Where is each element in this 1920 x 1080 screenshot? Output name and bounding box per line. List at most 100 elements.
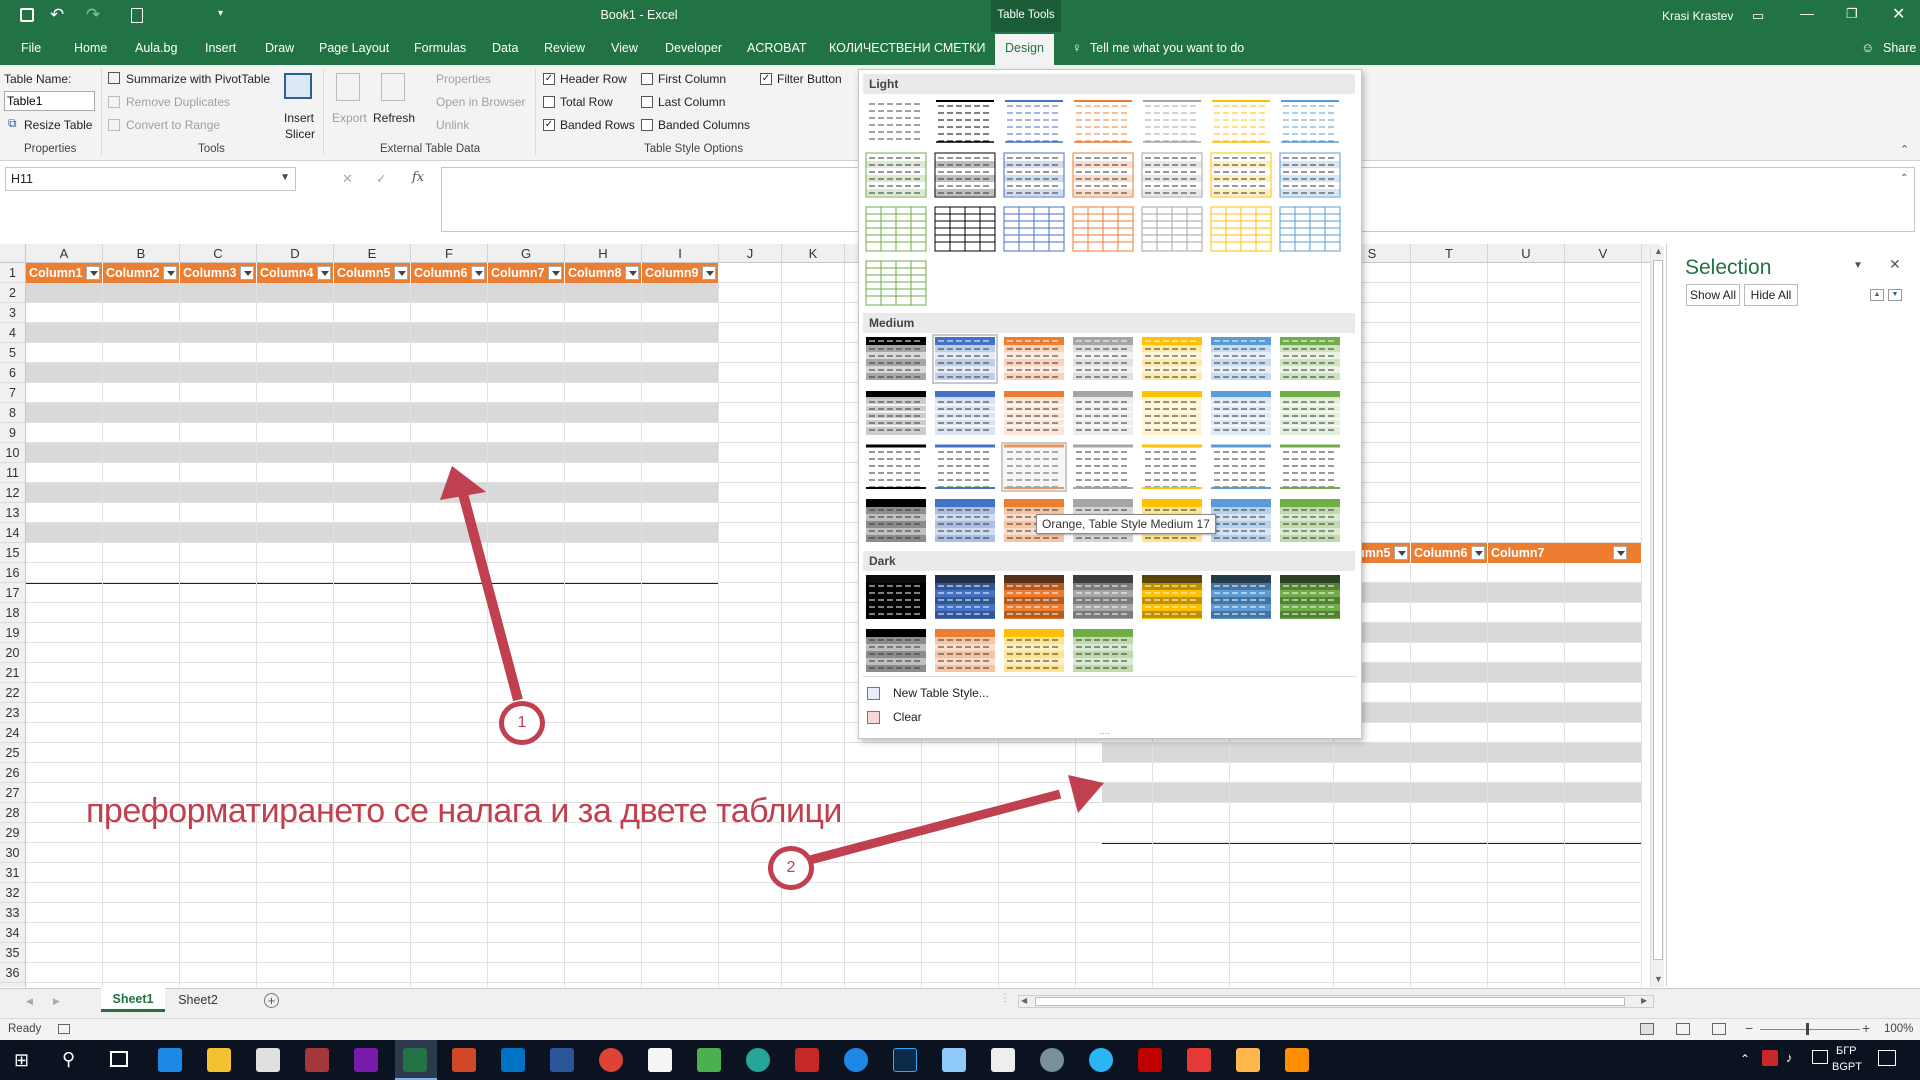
row-header[interactable]: 13	[0, 503, 25, 523]
style-swatch-light[interactable]	[1279, 206, 1341, 252]
style-swatch-medium[interactable]	[1003, 390, 1065, 436]
style-swatch-light[interactable]	[1210, 206, 1272, 252]
row-header[interactable]: 8	[0, 403, 25, 423]
powerpoint-icon[interactable]	[452, 1048, 476, 1072]
tell-me-box[interactable]: Tell me what you want to do	[1090, 41, 1244, 55]
tray-chevron-icon[interactable]: ⌃	[1740, 1052, 1750, 1066]
table-header-cell[interactable]: Column8	[565, 263, 642, 283]
row-header[interactable]: 14	[0, 523, 25, 543]
row-header[interactable]: 2	[0, 283, 25, 303]
style-swatch-light[interactable]	[1003, 206, 1065, 252]
style-swatch-dark[interactable]	[1072, 628, 1134, 674]
style-swatch-medium[interactable]	[934, 390, 996, 436]
column-header[interactable]: D	[257, 244, 334, 263]
windows-start-icon[interactable]: ⊞	[14, 1050, 29, 1071]
style-swatch-medium[interactable]	[1141, 444, 1203, 490]
style-swatch-medium[interactable]	[1279, 390, 1341, 436]
style-swatch-dark[interactable]	[865, 628, 927, 674]
zoom-out-icon[interactable]: −	[1745, 1020, 1753, 1036]
filter-dropdown-icon[interactable]	[1394, 546, 1408, 560]
style-swatch-medium[interactable]	[1003, 336, 1065, 382]
outlook-icon[interactable]	[501, 1048, 525, 1072]
row-header[interactable]: 27	[0, 783, 25, 803]
first-column-checkbox[interactable]	[641, 73, 653, 85]
style-swatch-light[interactable]	[1210, 152, 1272, 198]
total-row-checkbox[interactable]	[543, 96, 555, 108]
style-swatch-medium[interactable]	[865, 498, 927, 544]
tab-design[interactable]: Design	[995, 34, 1054, 65]
row-header[interactable]: 36	[0, 963, 25, 983]
refresh-button[interactable]: Refresh	[371, 71, 415, 141]
style-swatch-dark[interactable]	[1210, 574, 1272, 620]
tab-formulas[interactable]: Formulas	[414, 41, 466, 55]
select-all-corner[interactable]	[0, 244, 26, 263]
style-swatch-light[interactable]	[1141, 152, 1203, 198]
style-swatch-light[interactable]	[934, 206, 996, 252]
row-header[interactable]: 9	[0, 423, 25, 443]
save-icon[interactable]	[20, 8, 34, 22]
column-header[interactable]: J	[719, 244, 782, 263]
row-header[interactable]: 3	[0, 303, 25, 323]
clear-item[interactable]: Clear	[893, 710, 922, 724]
show-all-button[interactable]: Show All	[1686, 284, 1740, 306]
notifications-icon[interactable]	[1878, 1050, 1896, 1066]
user-name[interactable]: Krasi Krastev	[1662, 9, 1733, 23]
function-icon[interactable]: fx	[412, 170, 424, 185]
filter-dropdown-icon[interactable]	[240, 266, 254, 280]
row-header[interactable]: 18	[0, 603, 25, 623]
convert-to-range-button[interactable]: Convert to Range	[126, 118, 220, 132]
last-column-checkbox[interactable]	[641, 96, 653, 108]
row-header[interactable]: 5	[0, 343, 25, 363]
style-swatch-medium[interactable]	[1141, 336, 1203, 382]
close-pane-icon[interactable]: ✕	[1889, 256, 1901, 273]
search-icon[interactable]: ⚲	[62, 1049, 75, 1070]
undo-icon[interactable]: ↶	[50, 5, 64, 25]
table-header-cell[interactable]: Column6	[1411, 543, 1488, 563]
style-swatch-light[interactable]	[865, 152, 927, 198]
access-icon[interactable]	[305, 1048, 329, 1072]
onenote-icon[interactable]	[354, 1048, 378, 1072]
resize-grip-icon[interactable]: ....	[1099, 726, 1110, 737]
style-swatch-light[interactable]	[1003, 98, 1065, 144]
style-swatch-medium[interactable]	[1279, 498, 1341, 544]
style-swatch-medium[interactable]	[934, 444, 996, 490]
store-icon[interactable]	[256, 1048, 280, 1072]
page-layout-view-icon[interactable]	[1676, 1023, 1690, 1035]
style-swatch-medium[interactable]	[865, 444, 927, 490]
column-header[interactable]: T	[1411, 244, 1488, 263]
add-sheet-icon[interactable]: +	[264, 993, 279, 1008]
row-header[interactable]: 26	[0, 763, 25, 783]
table-header-cell[interactable]: Column5	[334, 263, 411, 283]
column-header[interactable]: E	[334, 244, 411, 263]
media-icon[interactable]	[1236, 1048, 1260, 1072]
style-swatch-light[interactable]	[1141, 206, 1203, 252]
app-icon[interactable]	[1040, 1048, 1064, 1072]
style-swatch-medium[interactable]	[1210, 390, 1272, 436]
row-header[interactable]: 20	[0, 643, 25, 663]
table-header-cell[interactable]: Column4	[257, 263, 334, 283]
zoom-slider-thumb[interactable]	[1806, 1023, 1809, 1035]
open-in-browser-button[interactable]: Open in Browser	[436, 95, 525, 109]
vertical-scrollbar[interactable]: ▲ ▼	[1650, 246, 1664, 987]
tab-home[interactable]: Home	[74, 41, 107, 55]
row-header[interactable]: 7	[0, 383, 25, 403]
table-name-field[interactable]	[4, 91, 95, 111]
ribbon-display-icon[interactable]: ▭	[1752, 8, 1764, 24]
row-header[interactable]: 24	[0, 723, 25, 743]
column-header[interactable]: F	[411, 244, 488, 263]
row-header[interactable]: 19	[0, 623, 25, 643]
style-swatch-dark[interactable]	[865, 574, 927, 620]
style-swatch-light[interactable]	[934, 98, 996, 144]
style-swatch-light[interactable]	[1279, 152, 1341, 198]
file-explorer-icon[interactable]	[207, 1048, 231, 1072]
row-header[interactable]: 4	[0, 323, 25, 343]
filter-button-checkbox[interactable]: ✓	[760, 73, 772, 85]
table-header-cell[interactable]: Column3	[180, 263, 257, 283]
sheet-tab-sheet1[interactable]: Sheet1	[101, 988, 165, 1012]
style-swatch-light[interactable]	[934, 152, 996, 198]
column-header[interactable]: V	[1565, 244, 1642, 263]
tab-draw[interactable]: Draw	[265, 41, 294, 55]
filter-dropdown-icon[interactable]	[86, 266, 100, 280]
remove-duplicates-button[interactable]: Remove Duplicates	[126, 95, 230, 109]
style-swatch-medium[interactable]	[1210, 336, 1272, 382]
